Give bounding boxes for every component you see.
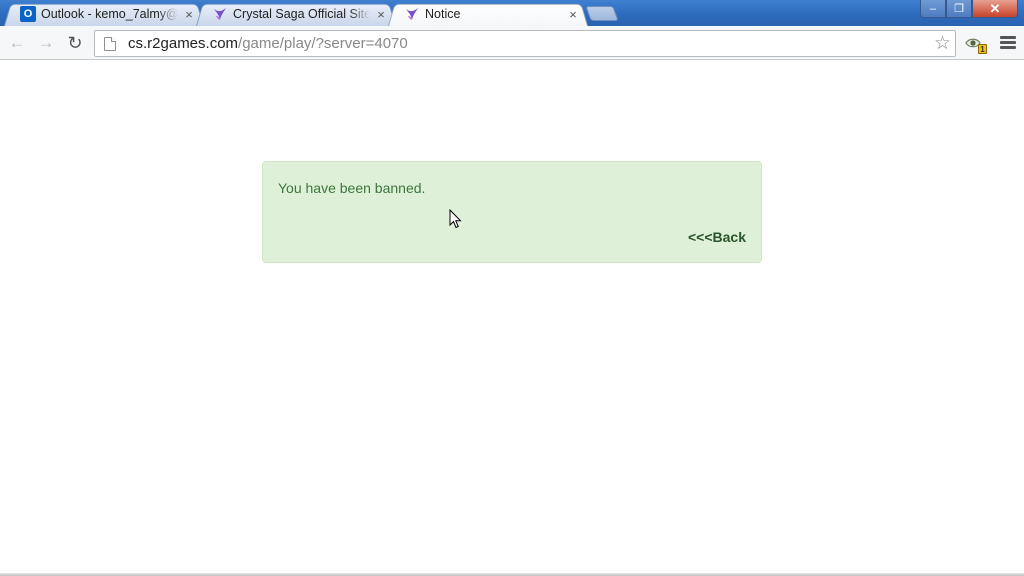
address-bar[interactable]: cs.r2games.com/game/play/?server=4070 ☆ — [94, 30, 956, 57]
extension-eye-icon[interactable]: 1 — [965, 34, 987, 54]
extension-badge: 1 — [978, 44, 987, 54]
minimize-button[interactable]: ‒ — [920, 0, 946, 18]
maximize-button[interactable]: ❐ — [946, 0, 972, 18]
ban-message: You have been banned. — [278, 180, 426, 196]
close-window-button[interactable]: ✕ — [972, 0, 1018, 18]
chrome-menu-icon[interactable] — [1000, 36, 1016, 52]
url-host: cs.r2games.com — [128, 35, 239, 52]
tab-title: Notice — [425, 7, 461, 21]
bookmark-star-icon[interactable]: ☆ — [934, 33, 951, 55]
crystal-saga-icon — [212, 6, 228, 22]
url-text[interactable]: cs.r2games.com/game/play/?server=4070 — [128, 35, 408, 52]
mouse-cursor-icon — [449, 208, 463, 229]
notice-alert: You have been banned. <<<Back — [262, 161, 762, 263]
url-path: /game/play/?server=4070 — [238, 35, 408, 52]
title-bar: O Outlook - kemo_7almy@h × Crystal Saga … — [0, 0, 1024, 26]
tab-close-icon[interactable]: × — [566, 7, 580, 22]
back-button[interactable]: ← — [6, 32, 28, 54]
forward-button[interactable]: → — [35, 32, 57, 54]
reload-button[interactable]: ↻ — [64, 32, 86, 54]
back-link[interactable]: <<<Back — [688, 229, 746, 245]
tab-close-icon[interactable]: × — [182, 7, 196, 22]
page-icon — [104, 36, 116, 51]
tab-outlook[interactable]: O Outlook - kemo_7almy@h × — [4, 2, 204, 26]
tab-notice[interactable]: Notice × — [388, 2, 588, 26]
tab-title: Outlook - kemo_7almy@h — [41, 7, 178, 21]
crystal-saga-icon — [404, 6, 420, 22]
page-viewport: You have been banned. <<<Back — [0, 61, 1024, 573]
tab-crystal-saga[interactable]: Crystal Saga Official Site - × — [196, 2, 396, 26]
outlook-icon: O — [20, 6, 36, 22]
new-tab-button[interactable] — [585, 6, 619, 21]
tab-title: Crystal Saga Official Site - — [233, 7, 370, 21]
tab-close-icon[interactable]: × — [374, 7, 388, 22]
browser-toolbar: ← → ↻ cs.r2games.com/game/play/?server=4… — [0, 26, 1024, 60]
window-controls: ‒ ❐ ✕ — [920, 0, 1018, 18]
